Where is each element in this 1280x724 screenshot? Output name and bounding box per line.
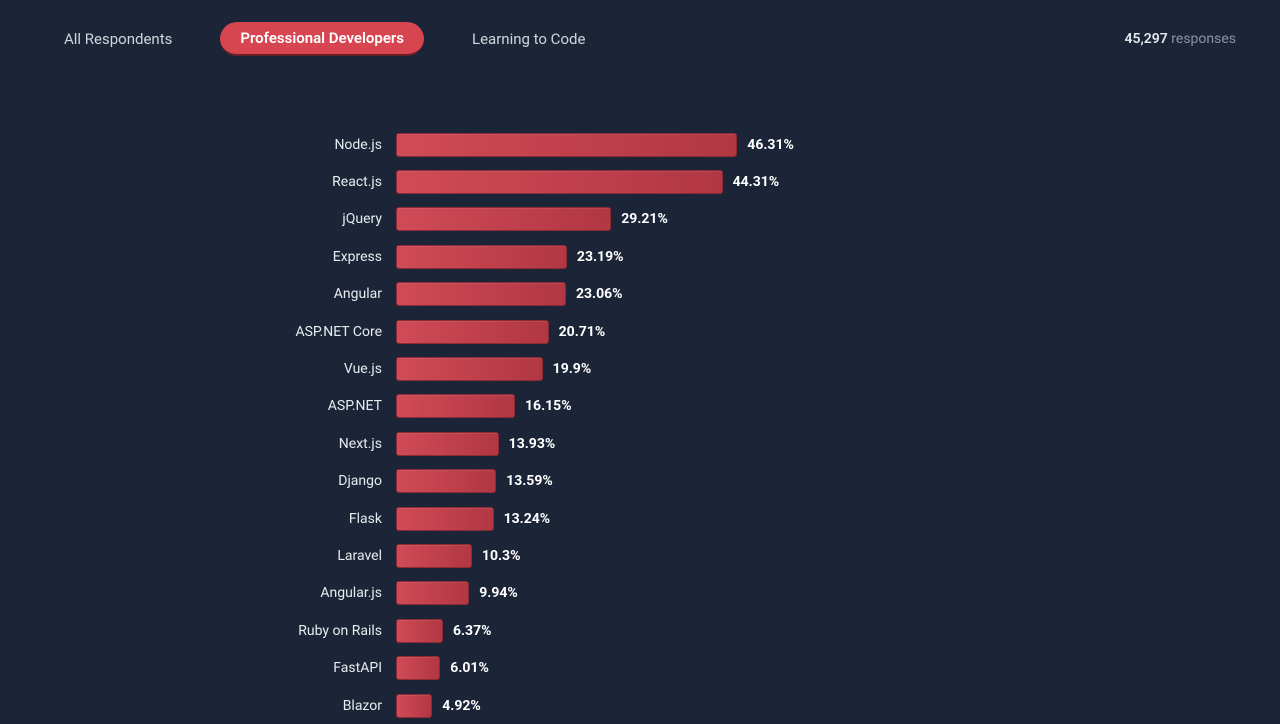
chart-bar-track: 19.9%: [396, 357, 1280, 381]
chart-bar-track: 13.24%: [396, 507, 1280, 531]
chart-row: Flask 13.24%: [0, 500, 1280, 537]
chart-value-label: 46.31%: [747, 137, 794, 153]
chart-bar[interactable]: [396, 394, 515, 418]
chart-category-label: Angular.js: [0, 585, 396, 601]
tab-all-respondents[interactable]: All Respondents: [44, 23, 192, 55]
tabs: All Respondents Professional Developers …: [44, 22, 605, 56]
chart-bar[interactable]: [396, 432, 499, 456]
chart-row: Angular 23.06%: [0, 276, 1280, 313]
chart-row: React.js 44.31%: [0, 163, 1280, 200]
response-count-number: 45,297: [1125, 31, 1168, 47]
chart-bar[interactable]: [396, 207, 611, 231]
chart-row: Vue.js 19.9%: [0, 350, 1280, 387]
chart-bar[interactable]: [396, 694, 432, 718]
chart-value-label: 29.21%: [621, 211, 668, 227]
chart-row: jQuery 29.21%: [0, 201, 1280, 238]
chart-category-label: React.js: [0, 174, 396, 190]
chart-bar[interactable]: [396, 133, 737, 157]
chart-value-label: 13.59%: [506, 473, 553, 489]
chart-category-label: ASP.NET: [0, 398, 396, 414]
chart-value-label: 13.24%: [504, 511, 551, 527]
chart-category-label: Flask: [0, 511, 396, 527]
chart-bar-track: 13.93%: [396, 432, 1280, 456]
chart-row: Node.js 46.31%: [0, 126, 1280, 163]
chart-category-label: jQuery: [0, 211, 396, 227]
response-count: 45,297 responses: [1125, 31, 1236, 47]
chart-row: ASP.NET 16.15%: [0, 388, 1280, 425]
chart-bar-track: 20.71%: [396, 320, 1280, 344]
chart-bar-track: 10.3%: [396, 544, 1280, 568]
chart-bar-track: 13.59%: [396, 469, 1280, 493]
chart-bar[interactable]: [396, 544, 472, 568]
tab-learning-to-code[interactable]: Learning to Code: [452, 23, 605, 55]
chart-bar[interactable]: [396, 170, 723, 194]
chart-category-label: Next.js: [0, 436, 396, 452]
chart-category-label: FastAPI: [0, 660, 396, 676]
chart-bar-track: 6.37%: [396, 619, 1280, 643]
bar-chart: Node.js 46.31% React.js 44.31% jQuery 29.21% E…: [0, 56, 1280, 724]
chart-value-label: 44.31%: [733, 174, 780, 190]
chart-value-label: 10.3%: [482, 548, 521, 564]
chart-bar[interactable]: [396, 282, 566, 306]
chart-row: Laravel 10.3%: [0, 537, 1280, 574]
chart-bar-track: 23.19%: [396, 245, 1280, 269]
chart-value-label: 9.94%: [479, 585, 518, 601]
chart-bar[interactable]: [396, 581, 469, 605]
chart-value-label: 19.9%: [553, 361, 592, 377]
chart-category-label: Node.js: [0, 137, 396, 153]
chart-category-label: ASP.NET Core: [0, 324, 396, 340]
chart-row: Express 23.19%: [0, 238, 1280, 275]
chart-category-label: Blazor: [0, 698, 396, 714]
chart-bar-track: 9.94%: [396, 581, 1280, 605]
chart-bar[interactable]: [396, 469, 496, 493]
chart-value-label: 23.19%: [577, 249, 624, 265]
chart-bar-track: 16.15%: [396, 394, 1280, 418]
chart-row: FastAPI 6.01%: [0, 649, 1280, 686]
chart-row: Django 13.59%: [0, 463, 1280, 500]
chart-value-label: 20.71%: [559, 324, 606, 340]
chart-category-label: Ruby on Rails: [0, 623, 396, 639]
chart-bar[interactable]: [396, 507, 494, 531]
chart-category-label: Express: [0, 249, 396, 265]
chart-row: ASP.NET Core 20.71%: [0, 313, 1280, 350]
chart-category-label: Angular: [0, 286, 396, 302]
chart-category-label: Laravel: [0, 548, 396, 564]
chart-category-label: Vue.js: [0, 361, 396, 377]
chart-bar[interactable]: [396, 357, 543, 381]
chart-row: Next.js 13.93%: [0, 425, 1280, 462]
chart-value-label: 6.37%: [453, 623, 492, 639]
chart-bar[interactable]: [396, 619, 443, 643]
response-count-suffix: responses: [1171, 31, 1236, 47]
chart-bar-track: 46.31%: [396, 133, 1280, 157]
topbar: All Respondents Professional Developers …: [0, 0, 1280, 56]
chart-value-label: 16.15%: [525, 398, 572, 414]
chart-value-label: 6.01%: [450, 660, 489, 676]
chart-value-label: 4.92%: [442, 698, 481, 714]
chart-bar-track: 44.31%: [396, 170, 1280, 194]
chart-bar-track: 23.06%: [396, 282, 1280, 306]
chart-row: Angular.js 9.94%: [0, 575, 1280, 612]
chart-row: Ruby on Rails 6.37%: [0, 612, 1280, 649]
chart-bar-track: 6.01%: [396, 656, 1280, 680]
chart-bar-track: 4.92%: [396, 694, 1280, 718]
chart-value-label: 13.93%: [509, 436, 556, 452]
chart-value-label: 23.06%: [576, 286, 623, 302]
chart-bar[interactable]: [396, 245, 567, 269]
chart-bar[interactable]: [396, 656, 440, 680]
chart-category-label: Django: [0, 473, 396, 489]
chart-row: Blazor 4.92%: [0, 687, 1280, 724]
chart-bar[interactable]: [396, 320, 549, 344]
tab-professional-developers[interactable]: Professional Developers: [220, 22, 424, 56]
chart-bar-track: 29.21%: [396, 207, 1280, 231]
